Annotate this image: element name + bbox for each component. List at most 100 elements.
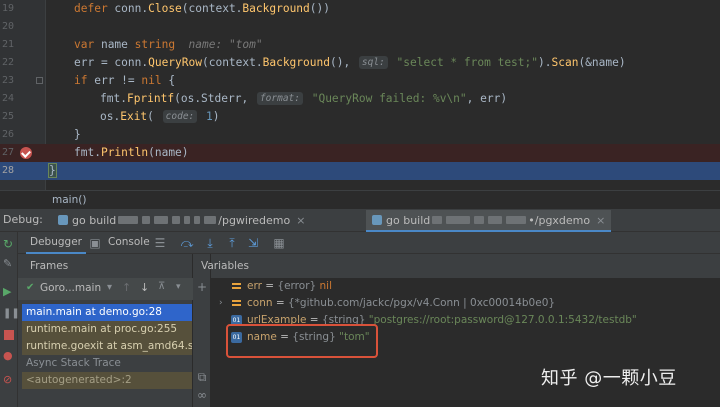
variable-text: err = {error} nil [247, 280, 333, 292]
async-stack-trace-label: Async Stack Trace [26, 357, 121, 369]
redacted-path [432, 216, 443, 224]
pause-icon[interactable]: ❚❚ [3, 308, 20, 320]
variable-text: conn = {*github.com/jackc/pgx/v4.Conn | … [247, 297, 556, 309]
redacted-path [446, 216, 471, 224]
step-over-icon[interactable]: ⤼ [180, 236, 194, 250]
arrow-down-icon[interactable]: ↓ [140, 281, 149, 294]
struct-icon [231, 281, 242, 292]
annotation-highlight-box [226, 324, 378, 358]
redacted-path [506, 216, 527, 224]
current-execution-line[interactable]: 28 } [0, 162, 720, 180]
watermark: 知乎 @一颗小豆 [541, 368, 677, 389]
line-number: 20 [1, 21, 14, 32]
thread-selector-row: ✔ Goro...main ▾ ↑ ↓ ⊼ ▾ [18, 278, 193, 300]
redacted-path [142, 216, 151, 224]
variable-row-err[interactable]: err = {error} nil [211, 278, 720, 295]
redacted-path [154, 216, 169, 224]
run-to-cursor-icon[interactable]: ⇲ [246, 236, 260, 250]
code-text: os.Exit( code: 1) [100, 110, 220, 123]
inline-debug-value: name: "tom" [175, 38, 263, 51]
frame-row[interactable]: runtime.main at proc.go:255 [22, 321, 192, 338]
frames-panel: Frames ✔ Goro...main ▾ ↑ ↓ ⊼ ▾ main.main… [18, 254, 193, 407]
code-text: err = conn.QueryRow(context.Background()… [74, 56, 626, 69]
debug-actions-strip: ↻ ✎ ▶ ❚❚ ● ⊘ [0, 232, 20, 407]
code-text: fmt.Fprintf(os.Stderr, format: "QueryRow… [100, 92, 508, 105]
code-line[interactable]: 26 } [0, 126, 720, 144]
breakpoint-line[interactable]: 27 fmt.Println(name) [0, 144, 720, 162]
line-number: 26 [1, 129, 14, 140]
code-text: if err != nil { [74, 74, 176, 87]
breadcrumb[interactable]: main() [52, 193, 86, 207]
code-line[interactable]: 21 var name string name: "tom" [0, 36, 720, 54]
mute-breakpoints-icon[interactable]: ⊘ [3, 374, 15, 386]
code-editor[interactable]: 19 defer conn.Close(context.Background()… [0, 0, 720, 190]
view-breakpoints-icon[interactable]: ● [3, 350, 15, 362]
code-line[interactable]: 23 if err != nil { [0, 72, 720, 90]
evaluate-expression-icon[interactable]: ▦ [272, 236, 286, 250]
layout-menu-icon[interactable]: ☰ [153, 236, 167, 250]
filter-icon[interactable]: ⊼ [158, 281, 165, 292]
run-tab-pgwiredemo[interactable]: go build/pgwiredemo × [52, 210, 311, 232]
settings-icon[interactable]: ✎ [3, 258, 15, 270]
line-number: 23 [1, 75, 14, 86]
redacted-path [474, 216, 485, 224]
code-text: } [48, 163, 57, 178]
resume-icon[interactable]: ▶ [3, 286, 15, 298]
redacted-path [488, 216, 503, 224]
close-tab-icon[interactable]: × [296, 214, 305, 227]
code-text: } [74, 128, 81, 141]
redacted-path [204, 216, 217, 224]
line-number: 24 [1, 93, 14, 104]
thread-check-icon: ✔ [26, 282, 35, 293]
code-line[interactable]: 19 defer conn.Close(context.Background()… [0, 0, 720, 18]
variables-header: Variables [201, 254, 720, 278]
code-text: var name string name: "tom" [74, 38, 263, 51]
param-hint: format: [256, 92, 303, 105]
code-line[interactable]: 24 fmt.Fprintf(os.Stderr, format: "Query… [0, 90, 720, 108]
frames-title: Frames [30, 260, 69, 272]
chevron-down-icon[interactable]: ▾ [176, 282, 181, 292]
variables-title: Variables [201, 260, 249, 272]
line-number: 25 [1, 111, 14, 122]
struct-icon [231, 298, 242, 309]
close-tab-icon[interactable]: × [596, 214, 605, 227]
code-line[interactable]: 25 os.Exit( code: 1) [0, 108, 720, 126]
variables-actions-strip: + ⧉ ∞ [193, 254, 211, 407]
fold-icon[interactable] [36, 77, 43, 84]
tab-debugger[interactable]: Debugger [26, 236, 86, 254]
redacted-path [184, 216, 191, 224]
param-hint: sql: [358, 56, 388, 69]
code-line[interactable]: 20 [0, 18, 720, 36]
frame-row[interactable]: main.main at demo.go:28 [22, 304, 192, 321]
go-icon [372, 215, 382, 225]
thread-dropdown[interactable]: Goro...main [40, 282, 101, 294]
glasses-icon[interactable]: ∞ [195, 388, 209, 402]
chevron-down-icon[interactable]: ▾ [107, 282, 112, 293]
arrow-up-icon[interactable]: ↑ [122, 281, 131, 294]
redacted-path [194, 216, 201, 224]
add-watch-icon[interactable]: + [195, 280, 209, 294]
frame-row[interactable]: <autogenerated>:2 [22, 372, 192, 389]
debug-tool-window-header: Debug: go build/pgwiredemo × go build •/pg… [0, 210, 720, 232]
line-number: 28 [1, 165, 14, 176]
breadcrumb-bar: main() [0, 190, 720, 210]
go-icon [58, 215, 68, 225]
stop-icon[interactable] [4, 330, 14, 340]
step-out-icon[interactable]: ⤒ [225, 236, 239, 250]
code-line[interactable]: 22 err = conn.QueryRow(context.Backgroun… [0, 54, 720, 72]
line-number: 19 [1, 3, 14, 14]
run-tab-pgxdemo[interactable]: go build •/pgxdemo × [366, 210, 612, 232]
redacted-path [172, 216, 181, 224]
variable-row-conn[interactable]: › conn = {*github.com/jackc/pgx/v4.Conn … [211, 295, 720, 312]
frame-row[interactable]: runtime.goexit at asm_amd64.s [22, 338, 192, 355]
step-into-icon[interactable]: ⤓ [203, 236, 217, 250]
debugger-toolbar: Debugger ▣ Console ☰ ⤼ ⤓ ⤒ ⇲ ▦ [18, 232, 720, 254]
tab-console[interactable]: Console [108, 236, 150, 248]
breakpoint-icon[interactable] [20, 147, 32, 159]
line-number: 21 [1, 39, 14, 50]
rerun-icon[interactable]: ↻ [3, 238, 15, 250]
param-hint: code: [162, 110, 198, 123]
copy-icon[interactable]: ⧉ [195, 370, 209, 384]
expand-icon[interactable]: › [219, 295, 223, 312]
code-text: defer conn.Close(context.Background()) [74, 2, 330, 15]
